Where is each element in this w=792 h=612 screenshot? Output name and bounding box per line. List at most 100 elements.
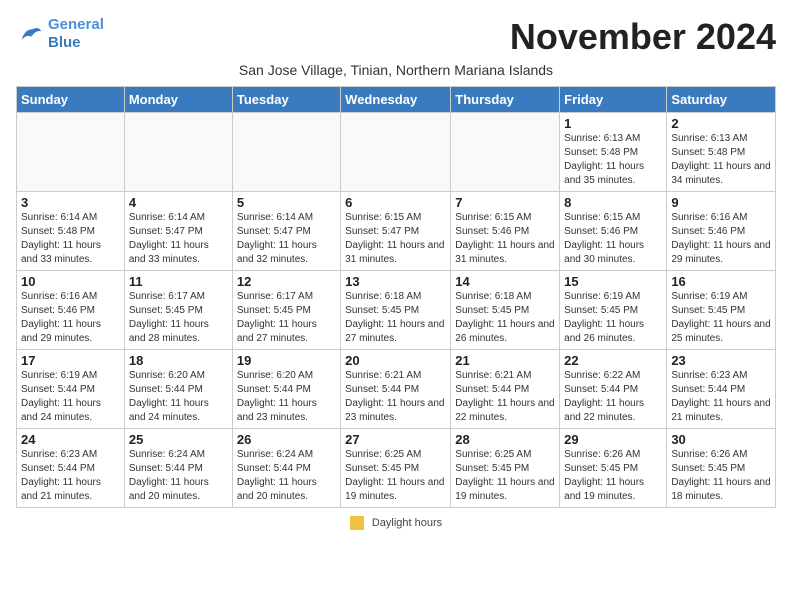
day-info: Sunrise: 6:15 AM Sunset: 5:47 PM Dayligh… xyxy=(345,211,446,267)
calendar-cell: 3Sunrise: 6:14 AM Sunset: 5:48 PM Daylig… xyxy=(17,192,125,271)
weekday-header: Tuesday xyxy=(232,87,340,113)
calendar-cell: 17Sunrise: 6:19 AM Sunset: 5:44 PM Dayli… xyxy=(17,350,125,429)
calendar-cell xyxy=(124,113,232,192)
day-info: Sunrise: 6:16 AM Sunset: 5:46 PM Dayligh… xyxy=(671,211,771,267)
weekday-header: Saturday xyxy=(667,87,776,113)
calendar-cell xyxy=(232,113,340,192)
day-info: Sunrise: 6:26 AM Sunset: 5:45 PM Dayligh… xyxy=(671,448,771,504)
calendar-cell: 13Sunrise: 6:18 AM Sunset: 5:45 PM Dayli… xyxy=(341,271,451,350)
day-info: Sunrise: 6:13 AM Sunset: 5:48 PM Dayligh… xyxy=(671,132,771,188)
calendar-week-row: 3Sunrise: 6:14 AM Sunset: 5:48 PM Daylig… xyxy=(17,192,776,271)
day-number: 8 xyxy=(564,195,662,210)
day-number: 4 xyxy=(129,195,228,210)
day-info: Sunrise: 6:13 AM Sunset: 5:48 PM Dayligh… xyxy=(564,132,662,188)
calendar-week-row: 17Sunrise: 6:19 AM Sunset: 5:44 PM Dayli… xyxy=(17,350,776,429)
day-number: 17 xyxy=(21,353,120,368)
calendar-cell: 6Sunrise: 6:15 AM Sunset: 5:47 PM Daylig… xyxy=(341,192,451,271)
day-info: Sunrise: 6:24 AM Sunset: 5:44 PM Dayligh… xyxy=(237,448,336,504)
day-number: 3 xyxy=(21,195,120,210)
month-title: November 2024 xyxy=(510,16,776,58)
day-info: Sunrise: 6:25 AM Sunset: 5:45 PM Dayligh… xyxy=(345,448,446,504)
calendar-cell: 7Sunrise: 6:15 AM Sunset: 5:46 PM Daylig… xyxy=(451,192,560,271)
location-subtitle: San Jose Village, Tinian, Northern Maria… xyxy=(16,62,776,78)
day-number: 6 xyxy=(345,195,446,210)
calendar-cell: 19Sunrise: 6:20 AM Sunset: 5:44 PM Dayli… xyxy=(232,350,340,429)
day-info: Sunrise: 6:15 AM Sunset: 5:46 PM Dayligh… xyxy=(455,211,555,267)
day-info: Sunrise: 6:20 AM Sunset: 5:44 PM Dayligh… xyxy=(129,369,228,425)
calendar-cell: 21Sunrise: 6:21 AM Sunset: 5:44 PM Dayli… xyxy=(451,350,560,429)
day-number: 22 xyxy=(564,353,662,368)
day-number: 18 xyxy=(129,353,228,368)
calendar-week-row: 24Sunrise: 6:23 AM Sunset: 5:44 PM Dayli… xyxy=(17,429,776,508)
day-number: 30 xyxy=(671,432,771,447)
calendar-cell: 8Sunrise: 6:15 AM Sunset: 5:46 PM Daylig… xyxy=(560,192,667,271)
calendar-cell xyxy=(341,113,451,192)
day-info: Sunrise: 6:23 AM Sunset: 5:44 PM Dayligh… xyxy=(21,448,120,504)
day-info: Sunrise: 6:18 AM Sunset: 5:45 PM Dayligh… xyxy=(345,290,446,346)
calendar-cell: 26Sunrise: 6:24 AM Sunset: 5:44 PM Dayli… xyxy=(232,429,340,508)
calendar-cell: 24Sunrise: 6:23 AM Sunset: 5:44 PM Dayli… xyxy=(17,429,125,508)
day-number: 16 xyxy=(671,274,771,289)
calendar-cell: 14Sunrise: 6:18 AM Sunset: 5:45 PM Dayli… xyxy=(451,271,560,350)
day-info: Sunrise: 6:17 AM Sunset: 5:45 PM Dayligh… xyxy=(237,290,336,346)
day-number: 12 xyxy=(237,274,336,289)
calendar-cell: 10Sunrise: 6:16 AM Sunset: 5:46 PM Dayli… xyxy=(17,271,125,350)
day-info: Sunrise: 6:15 AM Sunset: 5:46 PM Dayligh… xyxy=(564,211,662,267)
day-info: Sunrise: 6:14 AM Sunset: 5:47 PM Dayligh… xyxy=(237,211,336,267)
calendar-cell: 16Sunrise: 6:19 AM Sunset: 5:45 PM Dayli… xyxy=(667,271,776,350)
day-number: 19 xyxy=(237,353,336,368)
day-number: 5 xyxy=(237,195,336,210)
logo-text: General Blue xyxy=(48,16,104,52)
calendar-cell: 30Sunrise: 6:26 AM Sunset: 5:45 PM Dayli… xyxy=(667,429,776,508)
day-info: Sunrise: 6:20 AM Sunset: 5:44 PM Dayligh… xyxy=(237,369,336,425)
calendar-cell: 1Sunrise: 6:13 AM Sunset: 5:48 PM Daylig… xyxy=(560,113,667,192)
day-number: 10 xyxy=(21,274,120,289)
day-number: 29 xyxy=(564,432,662,447)
day-number: 11 xyxy=(129,274,228,289)
calendar-cell: 4Sunrise: 6:14 AM Sunset: 5:47 PM Daylig… xyxy=(124,192,232,271)
day-number: 9 xyxy=(671,195,771,210)
weekday-header: Monday xyxy=(124,87,232,113)
page-header: General Blue November 2024 xyxy=(16,16,776,58)
day-number: 20 xyxy=(345,353,446,368)
calendar-cell: 29Sunrise: 6:26 AM Sunset: 5:45 PM Dayli… xyxy=(560,429,667,508)
day-number: 25 xyxy=(129,432,228,447)
day-info: Sunrise: 6:19 AM Sunset: 5:44 PM Dayligh… xyxy=(21,369,120,425)
calendar-cell: 15Sunrise: 6:19 AM Sunset: 5:45 PM Dayli… xyxy=(560,271,667,350)
day-info: Sunrise: 6:19 AM Sunset: 5:45 PM Dayligh… xyxy=(564,290,662,346)
calendar-header-row: SundayMondayTuesdayWednesdayThursdayFrid… xyxy=(17,87,776,113)
calendar-cell xyxy=(17,113,125,192)
logo-icon xyxy=(16,20,44,48)
calendar-cell: 20Sunrise: 6:21 AM Sunset: 5:44 PM Dayli… xyxy=(341,350,451,429)
calendar-cell: 18Sunrise: 6:20 AM Sunset: 5:44 PM Dayli… xyxy=(124,350,232,429)
calendar-cell: 11Sunrise: 6:17 AM Sunset: 5:45 PM Dayli… xyxy=(124,271,232,350)
day-info: Sunrise: 6:23 AM Sunset: 5:44 PM Dayligh… xyxy=(671,369,771,425)
legend: Daylight hours xyxy=(16,516,776,530)
weekday-header: Friday xyxy=(560,87,667,113)
day-info: Sunrise: 6:21 AM Sunset: 5:44 PM Dayligh… xyxy=(345,369,446,425)
calendar-cell: 5Sunrise: 6:14 AM Sunset: 5:47 PM Daylig… xyxy=(232,192,340,271)
legend-label: Daylight hours xyxy=(372,517,442,529)
day-number: 7 xyxy=(455,195,555,210)
day-info: Sunrise: 6:14 AM Sunset: 5:47 PM Dayligh… xyxy=(129,211,228,267)
calendar-cell: 9Sunrise: 6:16 AM Sunset: 5:46 PM Daylig… xyxy=(667,192,776,271)
day-number: 23 xyxy=(671,353,771,368)
day-info: Sunrise: 6:19 AM Sunset: 5:45 PM Dayligh… xyxy=(671,290,771,346)
calendar-week-row: 10Sunrise: 6:16 AM Sunset: 5:46 PM Dayli… xyxy=(17,271,776,350)
calendar-cell: 23Sunrise: 6:23 AM Sunset: 5:44 PM Dayli… xyxy=(667,350,776,429)
day-number: 21 xyxy=(455,353,555,368)
day-info: Sunrise: 6:16 AM Sunset: 5:46 PM Dayligh… xyxy=(21,290,120,346)
calendar-cell xyxy=(451,113,560,192)
day-info: Sunrise: 6:22 AM Sunset: 5:44 PM Dayligh… xyxy=(564,369,662,425)
calendar-cell: 2Sunrise: 6:13 AM Sunset: 5:48 PM Daylig… xyxy=(667,113,776,192)
day-info: Sunrise: 6:26 AM Sunset: 5:45 PM Dayligh… xyxy=(564,448,662,504)
calendar-cell: 27Sunrise: 6:25 AM Sunset: 5:45 PM Dayli… xyxy=(341,429,451,508)
calendar-cell: 28Sunrise: 6:25 AM Sunset: 5:45 PM Dayli… xyxy=(451,429,560,508)
day-info: Sunrise: 6:18 AM Sunset: 5:45 PM Dayligh… xyxy=(455,290,555,346)
day-number: 24 xyxy=(21,432,120,447)
weekday-header: Wednesday xyxy=(341,87,451,113)
day-info: Sunrise: 6:25 AM Sunset: 5:45 PM Dayligh… xyxy=(455,448,555,504)
calendar-cell: 25Sunrise: 6:24 AM Sunset: 5:44 PM Dayli… xyxy=(124,429,232,508)
day-number: 1 xyxy=(564,116,662,131)
calendar-week-row: 1Sunrise: 6:13 AM Sunset: 5:48 PM Daylig… xyxy=(17,113,776,192)
